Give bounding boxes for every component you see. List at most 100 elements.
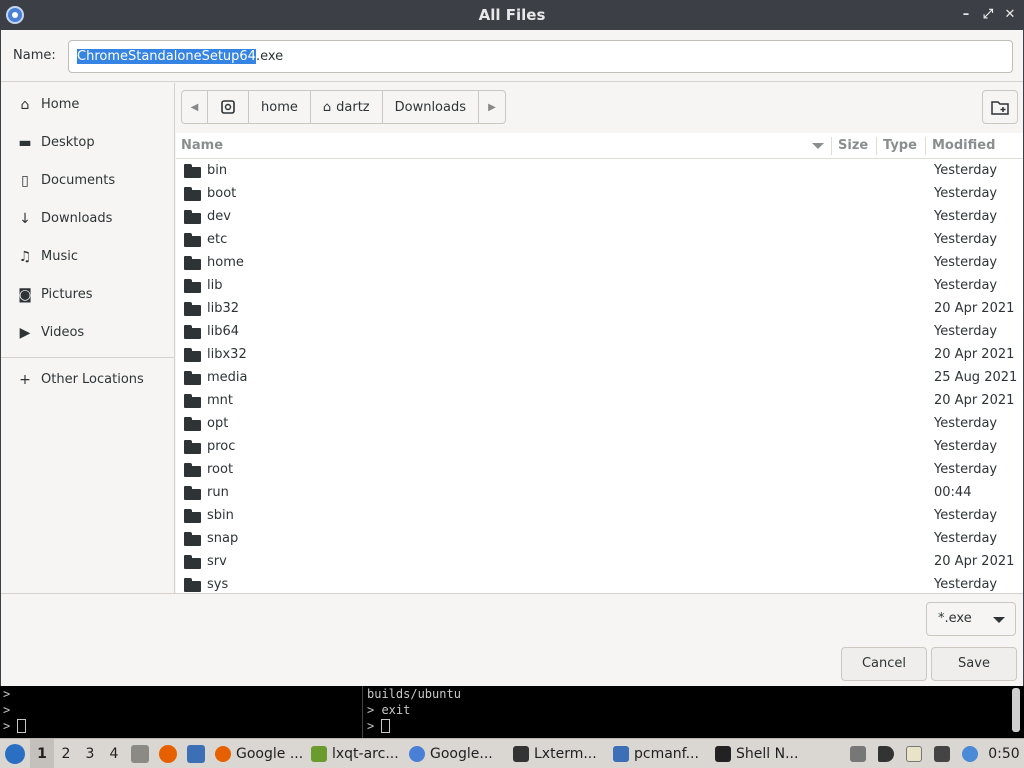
file-modified: 20 Apr 2021 xyxy=(934,347,1015,362)
column-name[interactable]: Name xyxy=(181,138,223,153)
close-button[interactable]: ✕ xyxy=(1001,6,1019,24)
table-row[interactable]: lib Yesterday xyxy=(176,275,1023,298)
terminal-window[interactable]: > > > builds/ubuntu > exit > xyxy=(0,686,1024,738)
table-row[interactable]: boot Yesterday xyxy=(176,183,1023,206)
table-row[interactable]: sys Yesterday xyxy=(176,574,1023,593)
firefox-icon xyxy=(215,745,231,762)
tray-clipboard[interactable] xyxy=(900,739,928,768)
path-back-button[interactable]: ◀ xyxy=(182,91,208,123)
file-type-filter[interactable]: *.exe xyxy=(926,602,1016,636)
column-modified[interactable]: Modified xyxy=(932,138,995,153)
tray-network[interactable] xyxy=(928,739,956,768)
terminal-line: > xyxy=(367,719,391,735)
file-browser: ◀ home ⌂ dartz Downloads ▶ Name Size Typ… xyxy=(176,83,1023,593)
table-row[interactable]: lib32 20 Apr 2021 xyxy=(176,298,1023,321)
column-type[interactable]: Type xyxy=(883,138,917,153)
table-row[interactable]: dev Yesterday xyxy=(176,206,1023,229)
desktop-3[interactable]: 3 xyxy=(78,739,102,768)
breadcrumb-root[interactable] xyxy=(208,91,249,123)
table-row[interactable]: srv 20 Apr 2021 xyxy=(176,551,1023,574)
sidebar-item-videos[interactable]: ▶ Videos xyxy=(1,316,174,350)
task-lxqt-archiver[interactable]: lxqt-arc... xyxy=(306,739,404,768)
file-modified: 25 Aug 2021 xyxy=(934,370,1018,385)
cancel-button[interactable]: Cancel xyxy=(841,647,927,681)
breadcrumb-downloads[interactable]: Downloads xyxy=(383,91,480,123)
sidebar-item-downloads[interactable]: ↓ Downloads xyxy=(1,202,174,236)
task-pcmanfm[interactable]: pcmanf... xyxy=(608,739,710,768)
desktop-1[interactable]: 1 xyxy=(30,738,54,768)
terminal-line: > xyxy=(3,687,11,701)
path-forward-button[interactable]: ▶ xyxy=(479,91,505,123)
folder-icon xyxy=(184,394,201,408)
folder-icon xyxy=(184,371,201,385)
desktop-2[interactable]: 2 xyxy=(54,739,78,768)
terminal-pane-left: > > > xyxy=(0,686,362,738)
tray-battery[interactable] xyxy=(844,739,872,768)
sidebar-item-desktop[interactable]: ▬ Desktop xyxy=(1,126,174,160)
table-row[interactable]: lib64 Yesterday xyxy=(176,321,1023,344)
task-lxterminal[interactable]: Lxterm... xyxy=(508,739,608,768)
table-row[interactable]: home Yesterday xyxy=(176,252,1023,275)
desktop-4[interactable]: 4 xyxy=(102,739,126,768)
sidebar-item-other-locations[interactable]: + Other Locations xyxy=(1,363,174,397)
show-desktop-icon xyxy=(187,744,205,763)
table-row[interactable]: root Yesterday xyxy=(176,459,1023,482)
minimize-button[interactable]: – xyxy=(957,6,975,24)
terminal-cursor xyxy=(381,719,391,733)
column-size[interactable]: Size xyxy=(838,138,868,153)
file-name: lib64 xyxy=(207,324,240,339)
places-sidebar: ⌂ Home ▬ Desktop ▯ Documents ↓ Downloads… xyxy=(1,83,175,593)
tray-volume[interactable] xyxy=(872,739,900,768)
sidebar-item-pictures[interactable]: ◙ Pictures xyxy=(1,278,174,312)
camera-icon: ◙ xyxy=(18,287,32,303)
sidebar-item-label: Documents xyxy=(41,173,116,188)
video-icon: ▶ xyxy=(19,325,31,341)
sidebar-divider xyxy=(1,357,174,358)
breadcrumb-home[interactable]: home xyxy=(249,91,311,123)
new-folder-button[interactable] xyxy=(982,90,1018,124)
table-row[interactable]: mnt 20 Apr 2021 xyxy=(176,390,1023,413)
sidebar-item-label: Downloads xyxy=(41,211,113,226)
sidebar-item-documents[interactable]: ▯ Documents xyxy=(1,164,174,198)
breadcrumb-dartz[interactable]: ⌂ dartz xyxy=(311,91,383,123)
filename-input[interactable]: ChromeStandaloneSetup64.exe xyxy=(68,40,1013,73)
table-row[interactable]: opt Yesterday xyxy=(176,413,1023,436)
terminal-line: > xyxy=(3,703,11,717)
folder-icon xyxy=(184,532,201,546)
save-button[interactable]: Save xyxy=(931,647,1017,681)
table-row[interactable]: sbin Yesterday xyxy=(176,505,1023,528)
breadcrumb: ◀ home ⌂ dartz Downloads ▶ xyxy=(181,90,507,124)
folder-icon xyxy=(184,509,201,523)
task-google-chrome[interactable]: Google... xyxy=(404,739,508,768)
maximize-button[interactable]: ⤢ xyxy=(979,6,997,24)
quicklaunch-files[interactable] xyxy=(126,739,154,768)
quicklaunch-firefox[interactable] xyxy=(154,739,182,768)
task-google-firefox[interactable]: Google ... xyxy=(210,739,306,768)
folder-icon xyxy=(613,745,629,762)
folder-icon xyxy=(184,302,201,316)
file-modified: 20 Apr 2021 xyxy=(934,393,1015,408)
table-row[interactable]: proc Yesterday xyxy=(176,436,1023,459)
clock[interactable]: 0:50 xyxy=(984,746,1024,762)
file-name: home xyxy=(207,255,244,270)
folder-icon xyxy=(184,440,201,454)
terminal-scrollbar[interactable] xyxy=(1012,688,1020,732)
file-name: lib32 xyxy=(207,301,240,316)
table-row[interactable]: run 00:44 xyxy=(176,482,1023,505)
tray-updates[interactable] xyxy=(956,739,984,768)
table-row[interactable]: libx32 20 Apr 2021 xyxy=(176,344,1023,367)
terminal-pane-right: builds/ubuntu > exit > xyxy=(364,686,1004,738)
table-row[interactable]: media 25 Aug 2021 xyxy=(176,367,1023,390)
task-shell[interactable]: Shell N... xyxy=(710,739,806,768)
sidebar-item-home[interactable]: ⌂ Home xyxy=(1,88,174,122)
file-modified: Yesterday xyxy=(934,255,998,270)
table-row[interactable]: bin Yesterday xyxy=(176,160,1023,183)
quicklaunch-desktop[interactable] xyxy=(182,739,210,768)
file-name: media xyxy=(207,370,248,385)
sidebar-item-music[interactable]: ♫ Music xyxy=(1,240,174,274)
sidebar-item-label: Home xyxy=(41,97,80,112)
filter-value: *.exe xyxy=(938,611,972,626)
table-row[interactable]: etc Yesterday xyxy=(176,229,1023,252)
table-row[interactable]: snap Yesterday xyxy=(176,528,1023,551)
start-menu-button[interactable] xyxy=(0,739,30,768)
